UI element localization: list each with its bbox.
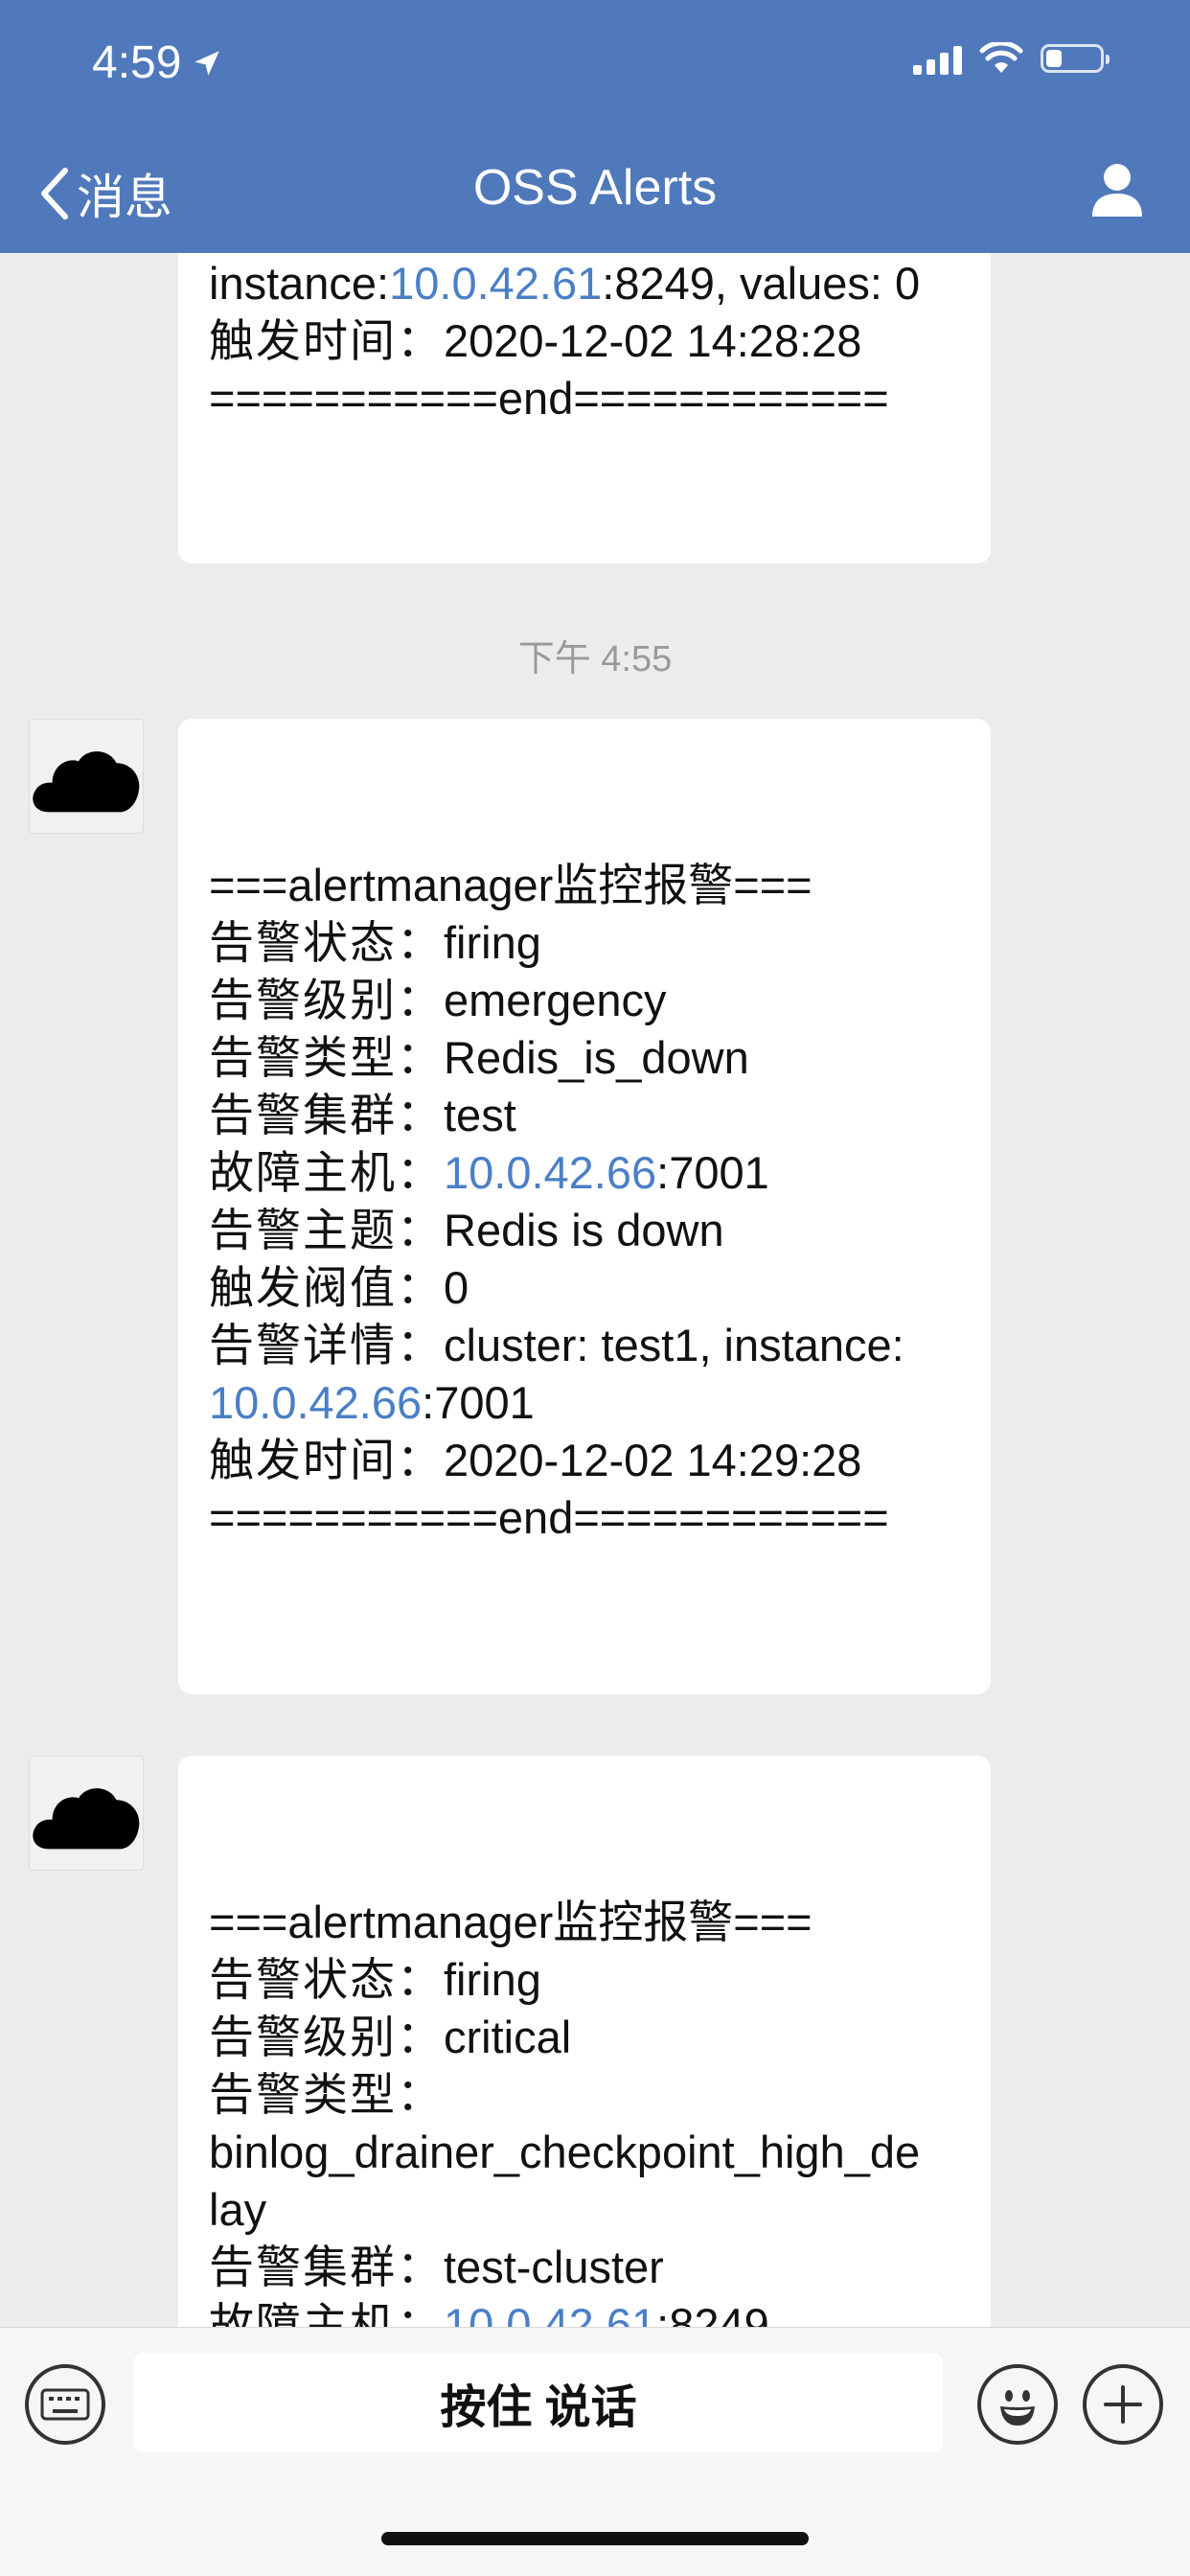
page-title: OSS Alerts — [472, 160, 718, 216]
ip-link[interactable]: 10.0.42.66 — [444, 1144, 656, 1202]
message-line: 告警级别： critical — [209, 2012, 572, 2062]
message-line: 告警集群： test-cluster — [209, 2242, 664, 2292]
message-line: ===alertmanager监控报警=== — [209, 860, 812, 910]
message-line: 触发阀值： 0 — [209, 1262, 469, 1313]
message-bubble[interactable]: instance: 10.0.42.61:8249, values: 0 触发时… — [178, 253, 991, 564]
message-timestamp: 下午 4:55 — [517, 639, 673, 679]
message-bubble[interactable]: ===alertmanager监控报警=== 告警状态： firing 告警级别：… — [178, 1756, 991, 2327]
battery-level — [1046, 50, 1063, 67]
sender-avatar[interactable] — [29, 1756, 144, 1871]
message-line: 10.0.42.66:7001 — [209, 1374, 960, 1432]
location-arrow-icon — [195, 50, 220, 76]
message-line: 告警级别： emergency — [209, 975, 667, 1025]
message-line: ===========end============ — [209, 373, 889, 424]
message-line: ===========end============ — [209, 1492, 889, 1543]
message-line: 故障主机： 10.0.42.61:8249 — [209, 2296, 960, 2327]
keyboard-toggle-button[interactable] — [25, 2364, 105, 2445]
status-time: 4:59 — [92, 36, 223, 89]
message-line: 告警类型： Redis_is_down — [209, 1032, 749, 1083]
message-line: 告警状态： firing — [209, 917, 541, 968]
battery-icon — [1041, 44, 1110, 73]
sender-avatar[interactable] — [29, 719, 144, 834]
keyboard-icon — [40, 2388, 90, 2421]
message-line: binlog_drainer_checkpoint_high_de — [209, 2127, 921, 2177]
ip-link[interactable]: 10.0.42.61 — [444, 2296, 656, 2327]
more-actions-button[interactable] — [1083, 2364, 1163, 2445]
back-label: 消息 — [77, 171, 172, 224]
chat-list[interactable]: instance: 10.0.42.61:8249, values: 0 触发时… — [0, 253, 1190, 2327]
emoji-icon — [1000, 2390, 1035, 2426]
status-indicators — [913, 42, 1110, 75]
back-button[interactable]: 消息 — [38, 159, 172, 228]
message-line: 故障主机： 10.0.42.66:7001 — [209, 1144, 960, 1202]
home-indicator — [381, 2532, 809, 2545]
message-line: 告警类型： — [209, 2069, 444, 2120]
wifi-icon — [979, 42, 1023, 73]
message-line: 告警状态： firing — [209, 1954, 541, 2005]
emoji-button[interactable] — [977, 2364, 1058, 2445]
message-line: 触发时间： 2020-12-02 14:28:28 — [209, 315, 862, 366]
cellular-signal-icon — [913, 42, 962, 75]
message-line: lay — [209, 2184, 267, 2235]
ip-link[interactable]: 10.0.42.61 — [389, 255, 602, 312]
message-line: 告警主题： Redis is down — [209, 1205, 724, 1255]
message-line: ===alertmanager监控报警=== — [209, 1897, 812, 1947]
chevron-left-icon — [41, 168, 68, 219]
user-profile-icon[interactable] — [1087, 159, 1148, 220]
message-line: instance: 10.0.42.61:8249, values: 0 — [209, 255, 960, 312]
message-line: 告警集群： test — [209, 1090, 516, 1140]
message-line: 告警详情： cluster: test1, instance: — [209, 1320, 904, 1370]
message-line: 触发时间： 2020-12-02 14:29:28 — [209, 1435, 862, 1485]
ip-link[interactable]: 10.0.42.66 — [209, 1374, 422, 1432]
hold-to-talk-button[interactable]: 按住 说话 — [134, 2353, 943, 2452]
message-bubble[interactable]: ===alertmanager监控报警=== 告警状态： firing 告警级别：… — [178, 719, 991, 1694]
top-bar: 4:59 消息 OSS Alerts — [0, 0, 1190, 253]
cloud-icon — [33, 751, 140, 813]
plus-icon — [1104, 2385, 1142, 2424]
cloud-icon — [33, 1788, 140, 1850]
